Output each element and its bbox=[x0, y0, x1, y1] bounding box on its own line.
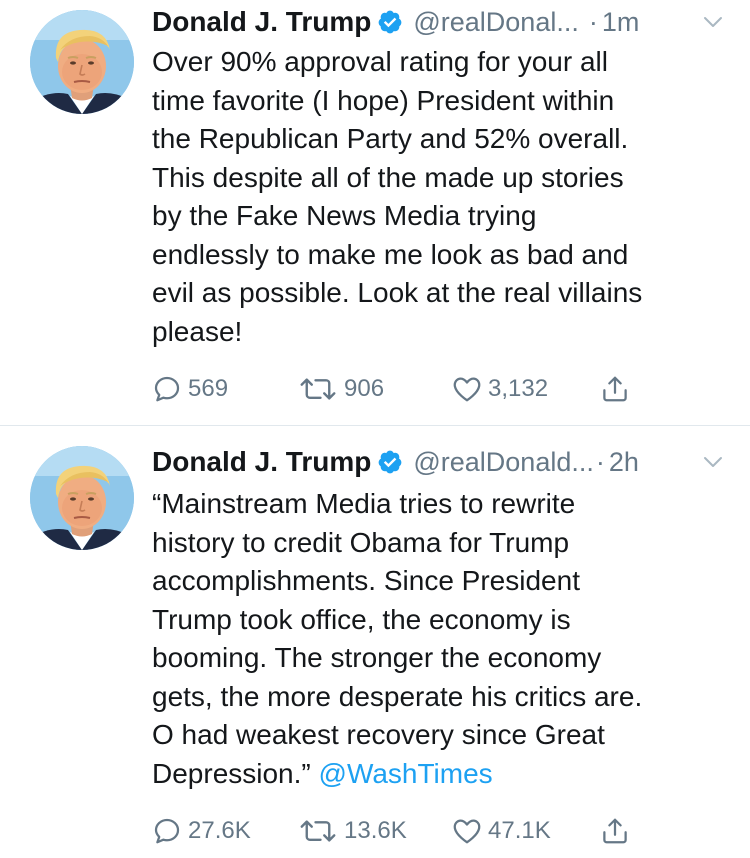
share-button[interactable] bbox=[600, 811, 630, 851]
tweet-text-line: booming. The stronger the economy bbox=[152, 642, 602, 673]
retweet-button[interactable]: 13.6K bbox=[298, 811, 407, 851]
separator-dot: · bbox=[595, 446, 605, 477]
reply-icon bbox=[152, 816, 182, 846]
verified-badge-icon bbox=[377, 449, 403, 475]
tweet-header: Donald J. Trump @realDonald... · 2h bbox=[152, 442, 726, 482]
share-icon bbox=[600, 373, 630, 405]
reply-button[interactable]: 27.6K bbox=[152, 811, 251, 851]
share-button[interactable] bbox=[600, 369, 630, 409]
tweet-header: Donald J. Trump @realDonal... · 1m bbox=[152, 2, 726, 42]
tweet-text-line: O had weakest recovery since Great bbox=[152, 719, 605, 750]
tweet-text-line: gets, the more desperate his critics are… bbox=[152, 680, 643, 712]
tweet-text-line: history to credit Obama for Trump bbox=[152, 526, 570, 558]
tweet-text-line: evil as possible. Look at the real villa… bbox=[152, 277, 643, 308]
heart-icon bbox=[452, 816, 482, 846]
tweet-text-line: please! bbox=[152, 315, 243, 347]
tweet-text-line: Over 90% approval rating for your all bbox=[152, 46, 608, 77]
tweet[interactable]: Donald J. Trump @realDonald... · 2h “Mai… bbox=[0, 426, 750, 858]
tweet-text-line: Trump took office, the economy is bbox=[152, 603, 571, 635]
tweet-text-line: “Mainstream Media tries to rewrite bbox=[152, 488, 576, 519]
tweet-text-line: This despite all of the made up stories bbox=[152, 161, 624, 193]
like-button[interactable]: 3,132 bbox=[452, 369, 548, 409]
tweet-text-line: Depression.” @WashTimes bbox=[152, 755, 732, 794]
retweet-icon bbox=[298, 374, 338, 404]
tweet-timestamp[interactable]: 1m bbox=[602, 7, 640, 38]
author-handle[interactable]: @realDonald... bbox=[413, 447, 594, 478]
like-count: 3,132 bbox=[488, 375, 549, 402]
like-count: 47.1K bbox=[488, 817, 551, 844]
tweet-text-line: accomplishments. Since President bbox=[152, 565, 580, 596]
tweet-text-line: time favorite (I hope) President within bbox=[152, 84, 615, 116]
tweet[interactable]: Donald J. Trump @realDonal... · 1m Over … bbox=[0, 0, 750, 425]
avatar[interactable] bbox=[30, 446, 134, 550]
avatar[interactable] bbox=[30, 10, 134, 114]
tweet-actions: 569 906 3,132 bbox=[152, 369, 652, 409]
tweet-text-segment: Depression.” bbox=[152, 757, 311, 789]
author-handle[interactable]: @realDonal... bbox=[413, 7, 578, 38]
tweet-text: Over 90% approval rating for your all ti… bbox=[152, 43, 732, 351]
tweet-text: “Mainstream Media tries to rewrite histo… bbox=[152, 485, 732, 793]
author-name[interactable]: Donald J. Trump bbox=[152, 6, 371, 38]
like-button[interactable]: 47.1K bbox=[452, 811, 551, 851]
retweet-button[interactable]: 906 bbox=[298, 369, 384, 409]
separator-dot: · bbox=[588, 6, 598, 37]
author-name[interactable]: Donald J. Trump bbox=[152, 446, 371, 478]
share-icon bbox=[600, 815, 630, 847]
reply-count: 27.6K bbox=[188, 817, 251, 844]
tweet-actions: 27.6K 13.6K 47.1K bbox=[152, 811, 652, 851]
chevron-down-icon[interactable] bbox=[700, 12, 726, 32]
tweet-text-line: endlessly to make me look as bad and bbox=[152, 238, 629, 270]
mention-link[interactable]: @WashTimes bbox=[319, 758, 493, 789]
heart-icon bbox=[452, 374, 482, 404]
tweet-text-line: the Republican Party and 52% overall. bbox=[152, 123, 629, 154]
tweet-text-line: by the Fake News Media trying bbox=[152, 200, 537, 231]
retweet-count: 13.6K bbox=[344, 817, 407, 844]
reply-button[interactable]: 569 bbox=[152, 369, 228, 409]
tweet-timestamp[interactable]: 2h bbox=[609, 447, 639, 478]
reply-icon bbox=[152, 374, 182, 404]
chevron-down-icon[interactable] bbox=[700, 452, 726, 472]
retweet-count: 906 bbox=[344, 375, 385, 402]
verified-badge-icon bbox=[377, 9, 403, 35]
retweet-icon bbox=[298, 816, 338, 846]
reply-count: 569 bbox=[188, 375, 229, 402]
